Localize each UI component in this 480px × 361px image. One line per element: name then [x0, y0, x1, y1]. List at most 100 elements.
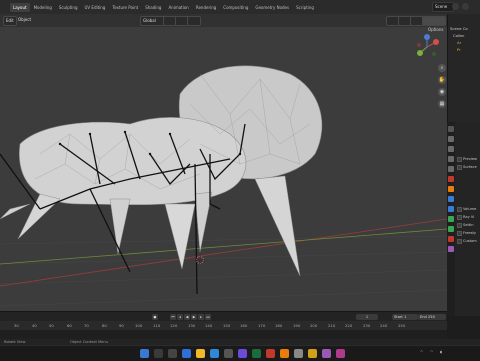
modifier-tab-icon[interactable] [448, 196, 454, 202]
view-layer-tab-icon[interactable] [448, 156, 454, 162]
end-frame-field[interactable]: End 250 [418, 314, 446, 320]
search-icon[interactable] [154, 349, 163, 358]
outliner-row-collection[interactable]: Collec [453, 33, 465, 38]
task-view-icon[interactable] [168, 349, 177, 358]
surface-label: Surface [463, 165, 477, 169]
start-label: Start [394, 315, 403, 319]
shading-mode-buttons[interactable] [422, 16, 446, 26]
tab-shading[interactable]: Shading [142, 3, 164, 12]
settings-icon[interactable] [294, 349, 303, 358]
start-value: 1 [403, 315, 407, 319]
tick-label: 150 [223, 323, 231, 328]
tick-label: 60 [67, 323, 72, 328]
chrome-icon[interactable] [308, 349, 317, 358]
custom-properties-row[interactable]: Custom [457, 238, 477, 244]
tool-tab-icon[interactable] [448, 126, 454, 132]
transform-orientation-label: Global [143, 18, 156, 23]
other-app-icon[interactable] [336, 349, 345, 358]
jump-end-icon[interactable]: ⏭ [205, 314, 211, 320]
scene-tab-icon[interactable] [448, 166, 454, 172]
output-tab-icon[interactable] [448, 146, 454, 152]
play-icon[interactable]: ▶ [191, 314, 197, 320]
world-tab-icon[interactable] [448, 176, 454, 182]
scene-selector[interactable]: Scene [432, 2, 454, 12]
blender-taskbar-icon[interactable] [280, 349, 289, 358]
particles-tab-icon[interactable] [448, 206, 454, 212]
tab-animation[interactable]: Animation [165, 3, 191, 12]
constraints-tab-icon[interactable] [448, 226, 454, 232]
preview-row[interactable]: Preview [457, 156, 477, 162]
properties-tabs [447, 122, 455, 316]
app-icon[interactable] [238, 349, 247, 358]
options-button[interactable]: Options [428, 27, 443, 32]
tick-label: 80 [102, 323, 107, 328]
timeline-track[interactable] [0, 330, 447, 339]
3d-viewport[interactable] [0, 14, 447, 316]
tab-geometry-nodes[interactable]: Geometry Nodes [252, 3, 292, 12]
outliner-row-object[interactable]: Pr [457, 47, 461, 52]
volume-row[interactable]: Volume [457, 206, 476, 212]
jump-start-icon[interactable]: ⏮ [170, 314, 176, 320]
texture-tab-icon[interactable] [448, 246, 454, 252]
start-frame-field[interactable]: Start 1 [392, 314, 418, 320]
object-menu[interactable]: Object [16, 16, 33, 24]
render-tab-icon[interactable] [448, 136, 454, 142]
end-value: 250 [428, 315, 435, 319]
tab-sculpting[interactable]: Sculpting [56, 3, 81, 12]
volume-icon[interactable]: ◖ [440, 350, 442, 354]
os-taskbar: ^ ◠ ◖ [0, 345, 480, 361]
store-icon[interactable] [210, 349, 219, 358]
volume-label: Volume [463, 207, 477, 211]
spreadsheet-icon[interactable] [252, 349, 261, 358]
settings-label: Settin [463, 223, 474, 227]
object-menu-label: Object [18, 17, 32, 22]
outliner-row-scene-collection[interactable]: Scene Co [450, 26, 468, 31]
ray-visibility-label: Ray Vi [463, 215, 475, 219]
play-reverse-icon[interactable]: ◀ [184, 314, 190, 320]
viewport-canvas [0, 65, 447, 307]
mail-icon[interactable] [224, 349, 233, 358]
view-layer-icon[interactable] [452, 3, 459, 10]
zoom-icon[interactable]: ⌕ [438, 64, 446, 72]
tick-label: 40 [32, 323, 37, 328]
tick-label: 30 [14, 323, 19, 328]
object-tab-icon[interactable] [448, 186, 454, 192]
tab-layout[interactable]: Layout [10, 2, 30, 12]
surface-row[interactable]: Surface [457, 164, 477, 170]
file-explorer-icon[interactable] [196, 349, 205, 358]
grid-view-icon[interactable]: ▦ [438, 100, 446, 108]
mode-dropdown[interactable]: Edit [3, 16, 17, 26]
current-frame-field[interactable]: 1 [356, 314, 378, 320]
pan-hand-icon[interactable]: ✋ [438, 76, 446, 84]
camera-view-icon[interactable]: ◉ [438, 88, 446, 96]
record-icon[interactable]: ● [152, 314, 158, 320]
outliner-row-armature[interactable]: Ar [457, 40, 461, 45]
scene-browse-icon[interactable] [462, 3, 469, 10]
tick-label: 210 [328, 323, 336, 328]
timeline-ruler[interactable]: 30 40 50 60 70 80 90 100 110 120 130 140… [0, 321, 447, 330]
proportional-edit-icon[interactable] [187, 16, 201, 26]
tab-rendering[interactable]: Rendering [193, 3, 219, 12]
prev-keyframe-icon[interactable]: ◂ [177, 314, 183, 320]
start-menu-icon[interactable] [140, 349, 149, 358]
physics-tab-icon[interactable] [448, 216, 454, 222]
tab-texture-paint[interactable]: Texture Paint [109, 3, 141, 12]
media-icon[interactable] [266, 349, 275, 358]
tray-up-arrow-icon[interactable]: ^ [420, 350, 423, 354]
wifi-icon[interactable]: ◠ [430, 350, 433, 354]
settings-row[interactable]: Settin [457, 222, 474, 228]
tab-compositing[interactable]: Compositing [220, 3, 251, 12]
edge-browser-icon[interactable] [182, 349, 191, 358]
tick-label: 70 [84, 323, 89, 328]
material-tab-icon[interactable] [448, 236, 454, 242]
next-keyframe-icon[interactable]: ▸ [198, 314, 204, 320]
freestyle-row[interactable]: Freesty [457, 230, 476, 236]
discord-icon[interactable] [322, 349, 331, 358]
ray-visibility-row[interactable]: Ray Vi [457, 214, 474, 220]
tick-label: 130 [188, 323, 196, 328]
navigation-gizmo[interactable] [414, 34, 440, 60]
tab-modeling[interactable]: Modeling [31, 3, 55, 12]
viewport-header: Edit Object Global [0, 14, 447, 27]
tab-uv-editing[interactable]: UV Editing [82, 3, 109, 12]
tab-scripting[interactable]: Scripting [293, 3, 317, 12]
